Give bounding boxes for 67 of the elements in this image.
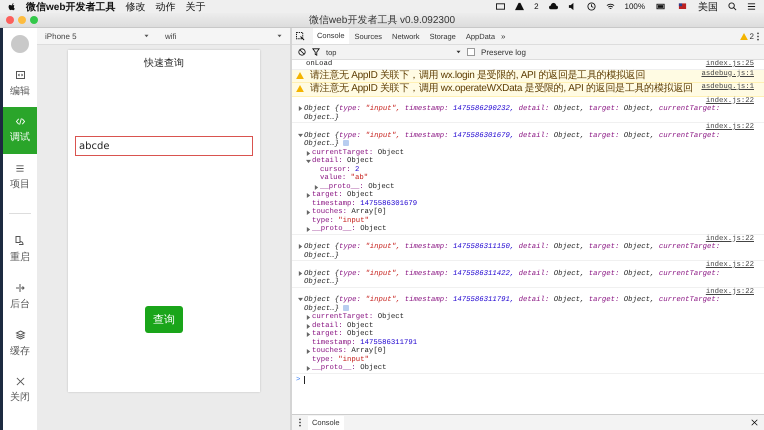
- editor-icon: [14, 70, 26, 80]
- list-icon: [15, 164, 25, 173]
- text-cursor: [304, 376, 306, 384]
- expand-arrow-icon[interactable]: [306, 366, 310, 372]
- page-title: 快速查询: [144, 56, 184, 70]
- sidebar-item[interactable]: 后台: [3, 273, 37, 320]
- collapse-arrow-icon[interactable]: [298, 297, 302, 302]
- flag-icon: [677, 2, 688, 10]
- layers-icon: [14, 330, 26, 340]
- warning-message: 请注意无 AppID 关联下，调用 wx.login 是受限的, API 的返回是工具的模拟返回: [310, 70, 646, 80]
- expand-arrow-icon[interactable]: [306, 324, 310, 329]
- expand-arrow-icon[interactable]: [306, 349, 310, 354]
- close-icon: [16, 377, 24, 386]
- warning-message: 请注意无 AppID 关联下，调用 wx.operateWXData 是受限的, API 的返回是工具的模拟返回: [310, 83, 694, 94]
- search-icon: [728, 2, 737, 11]
- sidebar-item[interactable]: 关闭: [3, 367, 37, 414]
- caret-icon: [456, 50, 461, 54]
- expand-arrow-icon[interactable]: [306, 227, 310, 232]
- expand-arrow-icon[interactable]: [306, 315, 310, 320]
- collapse-arrow-icon[interactable]: [298, 132, 302, 138]
- clear-icon: [298, 48, 306, 56]
- menu-item[interactable]: 关于: [185, 0, 206, 14]
- network-select[interactable]: wifi: [157, 28, 290, 44]
- sidebar-item[interactable]: 重启: [3, 226, 37, 273]
- code-icon: [14, 117, 26, 126]
- battery-icon: [655, 2, 667, 11]
- device-select[interactable]: iPhone 5: [37, 28, 157, 44]
- cloud-icon: [548, 2, 558, 11]
- status-count: 2: [534, 2, 539, 11]
- expand-arrow-icon[interactable]: [306, 210, 310, 216]
- input-field[interactable]: abcde: [75, 136, 253, 156]
- battery-percent: 100%: [624, 2, 645, 11]
- window-title: 微信web开发者工具 v0.9.092300: [308, 14, 456, 27]
- split-icon: [15, 282, 25, 292]
- inspect-icon: [296, 32, 305, 40]
- expand-arrow-icon[interactable]: [306, 193, 310, 198]
- wifi-icon: [606, 2, 615, 11]
- checkbox[interactable]: [467, 48, 475, 56]
- sidebar-item[interactable]: 编辑: [3, 60, 37, 107]
- expand-arrow-icon[interactable]: [314, 184, 318, 190]
- clock-icon: [586, 2, 596, 11]
- kebab-menu-icon: [756, 32, 760, 40]
- menu-item[interactable]: 修改: [125, 0, 146, 14]
- app-menu[interactable]: 微信web开发者工具: [26, 0, 116, 14]
- caret-icon: [277, 34, 282, 38]
- expand-arrow-icon[interactable]: [298, 244, 302, 249]
- expand-arrow-icon[interactable]: [298, 270, 302, 276]
- expand-arrow-icon[interactable]: [298, 106, 302, 111]
- warning-count[interactable]: 2: [750, 32, 754, 40]
- input-source[interactable]: 美国: [698, 0, 718, 14]
- more-tabs[interactable]: »: [501, 32, 506, 40]
- checkbox-label: Preserve log: [481, 48, 526, 56]
- close-icon: [751, 419, 758, 426]
- touch-icon: [15, 235, 25, 246]
- sidebar-item[interactable]: 项目: [3, 154, 37, 201]
- expand-arrow-icon[interactable]: [306, 150, 310, 156]
- caret-icon: [144, 34, 149, 38]
- filter-icon: [312, 48, 320, 56]
- sidebar-item[interactable]: 缓存: [3, 320, 37, 367]
- menu-item[interactable]: 动作: [155, 0, 176, 14]
- warning-icon: [740, 32, 748, 40]
- apple-logo-icon: [8, 2, 16, 11]
- screen-icon: [496, 2, 506, 11]
- collapse-arrow-icon[interactable]: [306, 159, 310, 164]
- kebab-menu-icon: [298, 418, 302, 427]
- list-icon: [747, 2, 756, 11]
- expand-arrow-icon[interactable]: [306, 332, 310, 338]
